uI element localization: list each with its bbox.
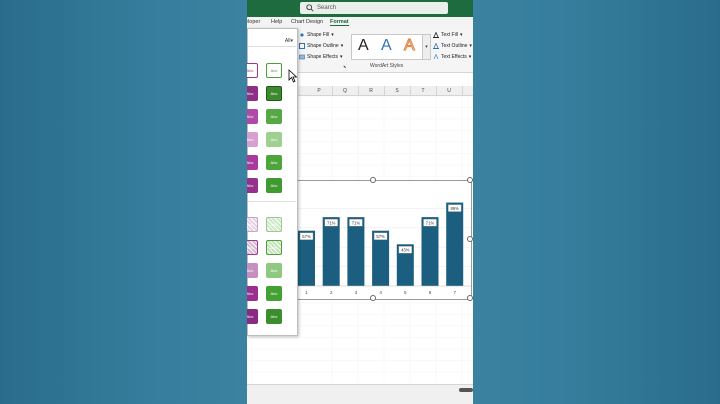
- shape-fill-label: Shape Fill: [307, 32, 330, 38]
- mouse-cursor-icon: [288, 69, 298, 83]
- column-header[interactable]: P: [306, 88, 332, 94]
- filter-all-label: All: [284, 38, 291, 44]
- shape-outline-button[interactable]: Shape Outline ▾: [299, 43, 343, 49]
- shape-style-swatch[interactable]: Abc: [247, 286, 258, 301]
- data-label: 57%: [376, 234, 385, 239]
- column-header[interactable]: U: [436, 88, 462, 94]
- data-label: 71%: [352, 220, 361, 225]
- filter-all-dropdown[interactable]: All▾: [285, 38, 293, 44]
- shape-style-swatch[interactable]: Abc: [247, 155, 258, 170]
- column-header[interactable]: Q: [332, 88, 358, 94]
- shape-effects-button[interactable]: Shape Effects ▾: [299, 54, 343, 60]
- tab-help[interactable]: Help: [271, 19, 282, 25]
- x-tick-label: 2: [330, 290, 333, 295]
- text-fill-icon: [433, 32, 439, 38]
- panel-divider: [248, 201, 296, 202]
- background-left: [0, 0, 247, 404]
- text-fill-button[interactable]: Text Fill ▾: [433, 32, 462, 38]
- resize-handle-right[interactable]: [467, 236, 473, 242]
- tab-chart-design[interactable]: Chart Design: [291, 19, 323, 25]
- search-icon: [306, 4, 314, 12]
- x-tick-label: 1: [305, 290, 308, 295]
- chart-bar[interactable]: [446, 202, 464, 286]
- text-fill-label: Text Fill: [441, 32, 458, 38]
- text-effects-label: Text Effects: [441, 54, 467, 60]
- panel-filter-row: All▾: [248, 35, 296, 47]
- status-bar: [247, 384, 473, 404]
- shape-style-swatch[interactable]: Abc: [247, 178, 258, 193]
- text-effects-button[interactable]: Text Effects ▾: [433, 54, 471, 60]
- shape-style-swatch[interactable]: Abc: [247, 263, 258, 278]
- text-outline-button[interactable]: Text Outline ▾: [433, 43, 472, 49]
- shape-effects-icon: [299, 54, 305, 60]
- x-tick-label: 3: [355, 290, 358, 295]
- search-placeholder: Search: [317, 5, 337, 11]
- shape-style-swatch[interactable]: Abc: [266, 240, 282, 255]
- shape-style-swatch[interactable]: Abc: [247, 132, 258, 147]
- column-header[interactable]: R: [358, 88, 384, 94]
- wordart-gallery: A A A: [351, 34, 423, 60]
- shape-style-swatch[interactable]: Abc: [266, 217, 282, 232]
- x-tick-label: 4: [379, 290, 382, 295]
- shape-style-swatch[interactable]: Abc: [266, 63, 282, 78]
- shape-style-swatch[interactable]: Abc: [247, 309, 258, 324]
- data-label: 71%: [426, 220, 435, 225]
- text-outline-icon: [433, 43, 439, 49]
- column-header[interactable]: T: [410, 88, 436, 94]
- data-label: 43%: [401, 247, 410, 252]
- data-label: 71%: [327, 220, 336, 225]
- tab-format[interactable]: Format: [330, 19, 349, 26]
- data-label: 86%: [451, 206, 460, 211]
- shape-outline-label: Shape Outline: [307, 43, 339, 49]
- chart-area[interactable]: 57% 1 71% 2 71% 3 57% 4 43% 5 71% 6 86% 7: [292, 180, 472, 300]
- excel-window: Search eloper Help Chart Design Format S…: [247, 0, 473, 404]
- shape-style-swatch[interactable]: Abc: [266, 155, 282, 170]
- resize-handle-bottom[interactable]: [370, 295, 376, 301]
- shape-style-swatch[interactable]: Abc: [247, 217, 258, 232]
- resize-handle-top-right[interactable]: [467, 177, 473, 183]
- ribbon-tabs: eloper Help Chart Design Format: [247, 17, 473, 28]
- text-effects-icon: [433, 54, 439, 60]
- shape-style-swatch[interactable]: Abc: [247, 86, 258, 101]
- chart-bar[interactable]: [322, 217, 340, 286]
- shape-style-swatch[interactable]: Abc: [247, 240, 258, 255]
- shape-fill-button[interactable]: Shape Fill ▾: [299, 32, 334, 38]
- title-bar: Search: [247, 0, 473, 17]
- wordart-style-blue[interactable]: A: [381, 37, 392, 55]
- shape-style-swatch[interactable]: Abc: [247, 109, 258, 124]
- wordart-group-label: WordArt Styles: [370, 63, 404, 69]
- shape-style-swatch[interactable]: Abc: [266, 263, 282, 278]
- column-header[interactable]: S: [384, 88, 410, 94]
- text-outline-label: Text Outline: [441, 43, 468, 49]
- wordart-more-button[interactable]: ▾: [422, 34, 431, 60]
- search-box[interactable]: Search: [300, 2, 448, 14]
- shape-style-swatch[interactable]: Abc: [266, 178, 282, 193]
- chart-bar[interactable]: [347, 217, 365, 286]
- wordart-style-black[interactable]: A: [358, 37, 369, 55]
- x-tick-label: 6: [429, 290, 432, 295]
- shape-style-swatch[interactable]: Abc: [266, 109, 282, 124]
- data-label: 57%: [302, 234, 311, 239]
- shape-style-swatch[interactable]: Abc: [266, 132, 282, 147]
- shape-style-swatch[interactable]: Abc: [266, 309, 282, 324]
- shape-style-swatch[interactable]: Abc: [266, 86, 282, 101]
- pen-outline-icon: [299, 43, 305, 49]
- shape-style-swatch[interactable]: Abc: [266, 286, 282, 301]
- chart-bar[interactable]: [421, 217, 439, 286]
- x-tick-label: 5: [404, 290, 407, 295]
- shape-style-swatch[interactable]: Abc: [247, 63, 258, 78]
- bar-chart[interactable]: 57% 1 71% 2 71% 3 57% 4 43% 5 71% 6 86% 7: [293, 181, 471, 299]
- resize-handle-bottom-right[interactable]: [467, 295, 473, 301]
- wordart-style-orange-outline[interactable]: A: [404, 37, 416, 55]
- paint-bucket-icon: [300, 33, 304, 37]
- background-right: [473, 0, 720, 404]
- tab-developer[interactable]: eloper: [247, 19, 260, 25]
- shape-effects-label: Shape Effects: [307, 54, 339, 60]
- shape-styles-launcher-icon[interactable]: ⬊: [343, 64, 346, 69]
- resize-handle-top[interactable]: [370, 177, 376, 183]
- x-tick-label: 7: [453, 290, 456, 295]
- zoom-slider[interactable]: [459, 388, 473, 392]
